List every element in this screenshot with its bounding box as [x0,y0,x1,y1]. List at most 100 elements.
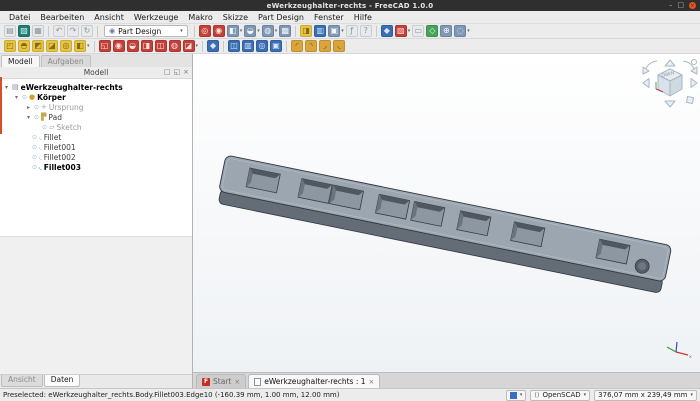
measure-icon[interactable]: ◇ [426,25,439,37]
expander-icon[interactable]: ▾ [13,94,20,101]
subtractive-primitive-icon[interactable]: ◪ [182,40,195,52]
pocket-icon[interactable]: ◱ [98,40,111,52]
panel-close-icon[interactable]: × [183,69,189,76]
visibility-icon[interactable]: ⊙ [32,154,37,161]
clear-measure-icon[interactable]: ◌ [454,25,467,37]
draw-style-icon[interactable]: ◍ [261,25,274,37]
axis-cross-icon[interactable]: ⊕ [440,25,453,37]
tree-item-fillet001[interactable]: ⊙ ◟ Fillet001 [0,142,192,152]
tab-modell[interactable]: Modell [1,55,40,67]
group-icon[interactable]: ▭ [412,25,425,37]
tree-item-fillet002[interactable]: ⊙ ◟ Fillet002 [0,152,192,162]
refresh-icon[interactable]: ↻ [81,25,93,37]
tree-item-fillet[interactable]: ⊙ ◟ Fillet [0,132,192,142]
chamfer-tool-icon[interactable]: ◝ [305,40,318,52]
close-button[interactable]: × [689,2,696,9]
visibility-icon[interactable]: ⊙ [22,94,27,101]
chevron-down-icon[interactable]: ▾ [467,28,470,34]
3d-view-canvas[interactable]: OBEN x [193,54,700,372]
chevron-down-icon[interactable]: ▾ [87,43,90,49]
additive-pipe-icon[interactable]: ◪ [46,40,58,52]
zoom-selection-icon[interactable]: ◉ [212,25,225,37]
visibility-icon[interactable]: ⊙ [34,114,39,121]
whats-this-icon[interactable]: ? [359,25,372,37]
mirrored-icon[interactable]: ◫ [228,40,241,52]
std-part-icon[interactable]: ◆ [380,25,393,37]
subtractive-pipe-icon[interactable]: ◫ [154,40,167,52]
model-tree[interactable]: ▾ ▤ eWerkzeughalter-rechts ▾ ⊙ ● Körper … [0,79,192,237]
chevron-down-icon[interactable]: ▾ [275,28,278,34]
expression-icon[interactable]: ƒ [345,25,358,37]
subtractive-helix-icon[interactable]: ◍ [168,40,181,52]
subtractive-loft-icon[interactable]: ◨ [140,40,153,52]
visibility-icon[interactable]: ⊙ [32,134,37,141]
image-plane-icon[interactable]: ▧ [394,25,407,37]
close-icon[interactable]: × [369,378,375,386]
tab-ansicht[interactable]: Ansicht [1,375,43,387]
undo-icon[interactable]: ↶ [53,25,65,37]
fillet-tool-icon[interactable]: ◜ [291,40,304,52]
tree-item-fillet003[interactable]: ⊙ ◟ Fillet003 [0,162,192,172]
expander-icon[interactable]: ▾ [3,84,10,91]
chevron-down-icon[interactable]: ▾ [196,43,199,49]
chevron-down-icon[interactable]: ▾ [341,28,344,34]
expander-icon[interactable]: ▸ [25,104,32,111]
texture-view-icon[interactable]: ▩ [279,25,292,37]
expander-icon[interactable]: ▾ [25,114,32,121]
model-toolholder[interactable] [216,155,672,294]
redo-icon[interactable]: ↷ [67,25,79,37]
tree-item-origin[interactable]: ▸ ⊙ + Ursprung [0,102,192,112]
workbench-selector[interactable]: ◉ Part Design ▾ [104,25,188,37]
std-views-icon[interactable]: ◧ [226,25,239,37]
unit-system-selector[interactable]: () OpenSCAD ▾ [530,389,591,401]
chevron-down-icon[interactable]: ▾ [408,28,411,34]
draft-tool-icon[interactable]: ◞ [319,40,332,52]
appearance-icon[interactable]: ◨ [300,25,313,37]
tree-item-pad[interactable]: ▾ ⊙ ▛ Pad [0,112,192,122]
3d-viewport[interactable]: OBEN x F Start × eWerkzeughalter-rechts … [193,54,700,388]
polar-pattern-icon[interactable]: ◎ [256,40,269,52]
visibility-icon[interactable]: ⊙ [32,144,37,151]
tree-item-sketch[interactable]: ⊙ ▱ Sketch [0,122,192,132]
maximize-button[interactable]: □ [677,2,684,9]
property-editor[interactable] [0,237,192,374]
save-icon[interactable]: ▦ [32,25,44,37]
menu-part-design[interactable]: Part Design [253,13,309,22]
additive-primitive-icon[interactable]: ◧ [74,40,86,52]
hole-icon[interactable]: ◉ [112,40,125,52]
menu-hilfe[interactable]: Hilfe [349,13,377,22]
chevron-down-icon[interactable]: ▾ [257,28,260,34]
doc-tab-document[interactable]: eWerkzeughalter-rechts : 1 × [248,374,381,388]
doc-tab-start[interactable]: F Start × [196,374,247,388]
thickness-tool-icon[interactable]: ◟ [333,40,346,52]
panel-restore-icon[interactable]: ◱ [174,69,181,76]
additive-loft-icon[interactable]: ◩ [32,40,44,52]
tree-item-body[interactable]: ▾ ⊙ ● Körper [0,92,192,102]
visibility-icon[interactable]: ⊙ [34,104,39,111]
multitransform-icon[interactable]: ▣ [270,40,283,52]
pad-icon[interactable]: ◰ [4,40,16,52]
open-file-icon[interactable]: ▨ [18,25,30,37]
linear-pattern-icon[interactable]: ▥ [242,40,255,52]
link-make-icon[interactable]: ▣ [328,25,341,37]
visibility-icon[interactable]: ⊙ [32,164,37,171]
minimize-button[interactable]: – [669,2,673,9]
menu-ansicht[interactable]: Ansicht [89,13,129,22]
groove-icon[interactable]: ◒ [126,40,139,52]
tab-aufgaben[interactable]: Aufgaben [40,55,91,67]
menu-fenster[interactable]: Fenster [309,13,349,22]
menu-bearbeiten[interactable]: Bearbeiten [35,13,89,22]
menu-datei[interactable]: Datei [4,13,35,22]
menu-skizze[interactable]: Skizze [218,13,253,22]
panel-float-icon[interactable]: □ [164,69,171,76]
rotate-view-icon[interactable]: ◒ [244,25,257,37]
menu-makro[interactable]: Makro [183,13,217,22]
menu-werkzeuge[interactable]: Werkzeuge [129,13,183,22]
close-icon[interactable]: × [234,378,240,386]
navigation-cube[interactable]: OBEN [642,59,698,108]
boolean-icon[interactable]: ◆ [207,40,220,52]
dependency-graph-icon[interactable]: ▥ [314,25,327,37]
tab-daten[interactable]: Daten [43,375,81,387]
revolution-icon[interactable]: ◓ [18,40,30,52]
new-file-icon[interactable]: ▤ [4,25,16,37]
